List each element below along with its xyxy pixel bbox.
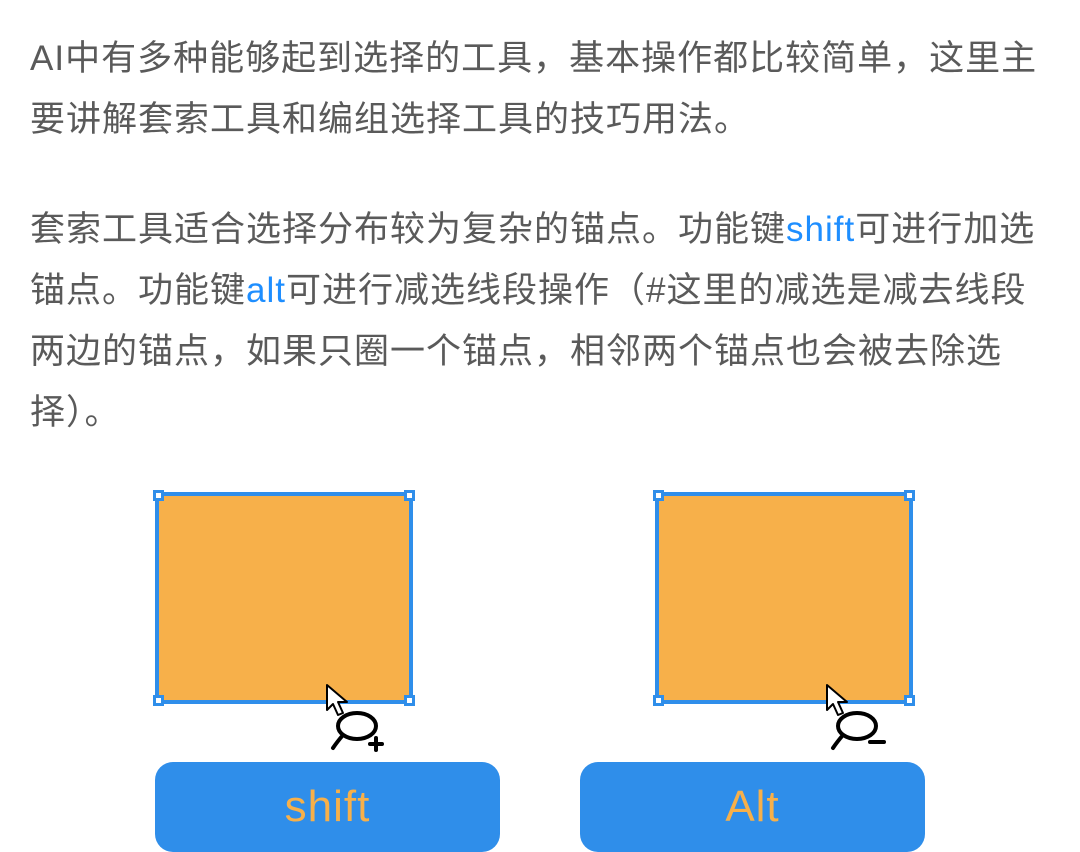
selection-handle bbox=[153, 490, 164, 501]
selected-rectangle bbox=[155, 492, 413, 704]
detail-text-a: 套索工具适合选择分布较为复杂的锚点。功能键 bbox=[30, 210, 786, 249]
alt-button[interactable]: Alt bbox=[580, 762, 925, 852]
lasso-minus-icon bbox=[823, 682, 888, 752]
selection-handle bbox=[904, 695, 915, 706]
detail-paragraph: 套索工具适合选择分布较为复杂的锚点。功能键shift可进行加选锚点。功能键alt… bbox=[30, 199, 1050, 444]
selection-handle bbox=[653, 490, 664, 501]
shift-button[interactable]: shift bbox=[155, 762, 500, 852]
illustration-row bbox=[30, 492, 1050, 704]
alt-button-label: Alt bbox=[725, 782, 779, 832]
intro-paragraph: AI中有多种能够起到选择的工具，基本操作都比较简单，这里主要讲解套索工具和编组选… bbox=[30, 28, 1050, 151]
shift-keyword: shift bbox=[786, 210, 855, 249]
selection-handle bbox=[653, 695, 664, 706]
intro-text: AI中有多种能够起到选择的工具，基本操作都比较简单，这里主要讲解套索工具和编组选… bbox=[30, 39, 1037, 139]
selection-handle bbox=[404, 490, 415, 501]
selection-handle bbox=[904, 490, 915, 501]
lasso-plus-icon bbox=[323, 682, 388, 752]
illustration-alt bbox=[655, 492, 925, 704]
selection-handle bbox=[153, 695, 164, 706]
key-button-row: shift Alt bbox=[30, 762, 1050, 852]
alt-keyword: alt bbox=[246, 271, 286, 310]
selection-handle bbox=[404, 695, 415, 706]
illustration-shift bbox=[155, 492, 425, 704]
shift-button-label: shift bbox=[285, 782, 371, 832]
selected-rectangle bbox=[655, 492, 913, 704]
